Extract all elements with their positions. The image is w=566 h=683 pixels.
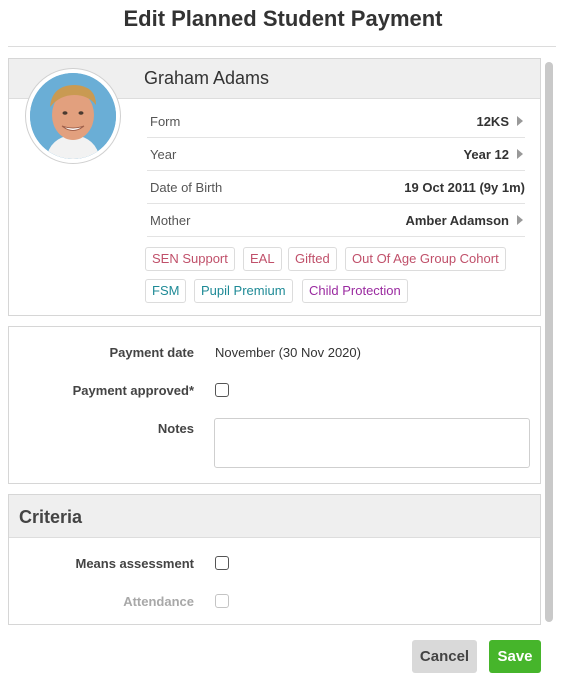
criteria-section: Criteria Means assessment Attendance (8, 494, 541, 625)
student-row-value: 12KS (476, 114, 509, 129)
student-row-value: 19 Oct 2011 (9y 1m) (404, 180, 525, 195)
student-row-label: Date of Birth (150, 180, 223, 195)
student-row-form[interactable]: Form 12KS (147, 105, 525, 138)
cancel-button[interactable]: Cancel (412, 640, 477, 673)
means-assessment-checkbox[interactable] (215, 556, 229, 570)
tag-pupil-premium: Pupil Premium (194, 279, 293, 303)
criteria-title: Criteria (19, 507, 83, 527)
tag-fsm: FSM (145, 279, 187, 303)
payment-date-value: November (30 Nov 2020) (215, 345, 361, 360)
student-card: Graham Adams Form 12KS Year Year 12 Date… (8, 58, 541, 316)
criteria-header: Criteria (9, 495, 540, 538)
tag-eal: EAL (243, 247, 282, 271)
notes-textarea[interactable] (214, 418, 530, 468)
tag-out-of-age-group-cohort: Out Of Age Group Cohort (345, 247, 506, 271)
dialog-title: Edit Planned Student Payment (123, 6, 443, 31)
student-row-mother[interactable]: Mother Amber Adamson (147, 204, 525, 237)
notes-label: Notes (157, 421, 194, 436)
save-button[interactable]: Save (489, 640, 541, 673)
tag-child-protection: Child Protection (302, 279, 408, 303)
student-row-dob: Date of Birth 19 Oct 2011 (9y 1m) (147, 171, 525, 204)
student-name: Graham Adams (144, 68, 270, 88)
caret-right-icon (517, 215, 523, 225)
tag-sen-support: SEN Support (145, 247, 235, 271)
tag-gifted: Gifted (288, 247, 337, 271)
caret-right-icon (517, 116, 523, 126)
payment-form: Payment date November (30 Nov 2020) Paym… (8, 326, 541, 484)
means-assessment-label: Means assessment (75, 556, 194, 571)
student-row-value: Amber Adamson (405, 213, 509, 228)
student-row-label: Year (150, 147, 177, 162)
student-row-label: Mother (150, 213, 191, 228)
student-row-year[interactable]: Year Year 12 (147, 138, 525, 171)
scrollbar[interactable] (545, 62, 553, 622)
student-avatar (25, 68, 121, 164)
student-row-value: Year 12 (463, 147, 509, 162)
title-divider (8, 46, 556, 47)
payment-approved-checkbox[interactable] (215, 383, 229, 397)
attendance-label: Attendance (123, 594, 194, 609)
payment-date-label: Payment date (109, 345, 194, 360)
student-row-label: Form (150, 114, 181, 129)
payment-approved-label: Payment approved* (72, 383, 194, 398)
attendance-checkbox[interactable] (215, 594, 229, 608)
student-photo-icon (30, 73, 116, 159)
caret-right-icon (517, 149, 523, 159)
